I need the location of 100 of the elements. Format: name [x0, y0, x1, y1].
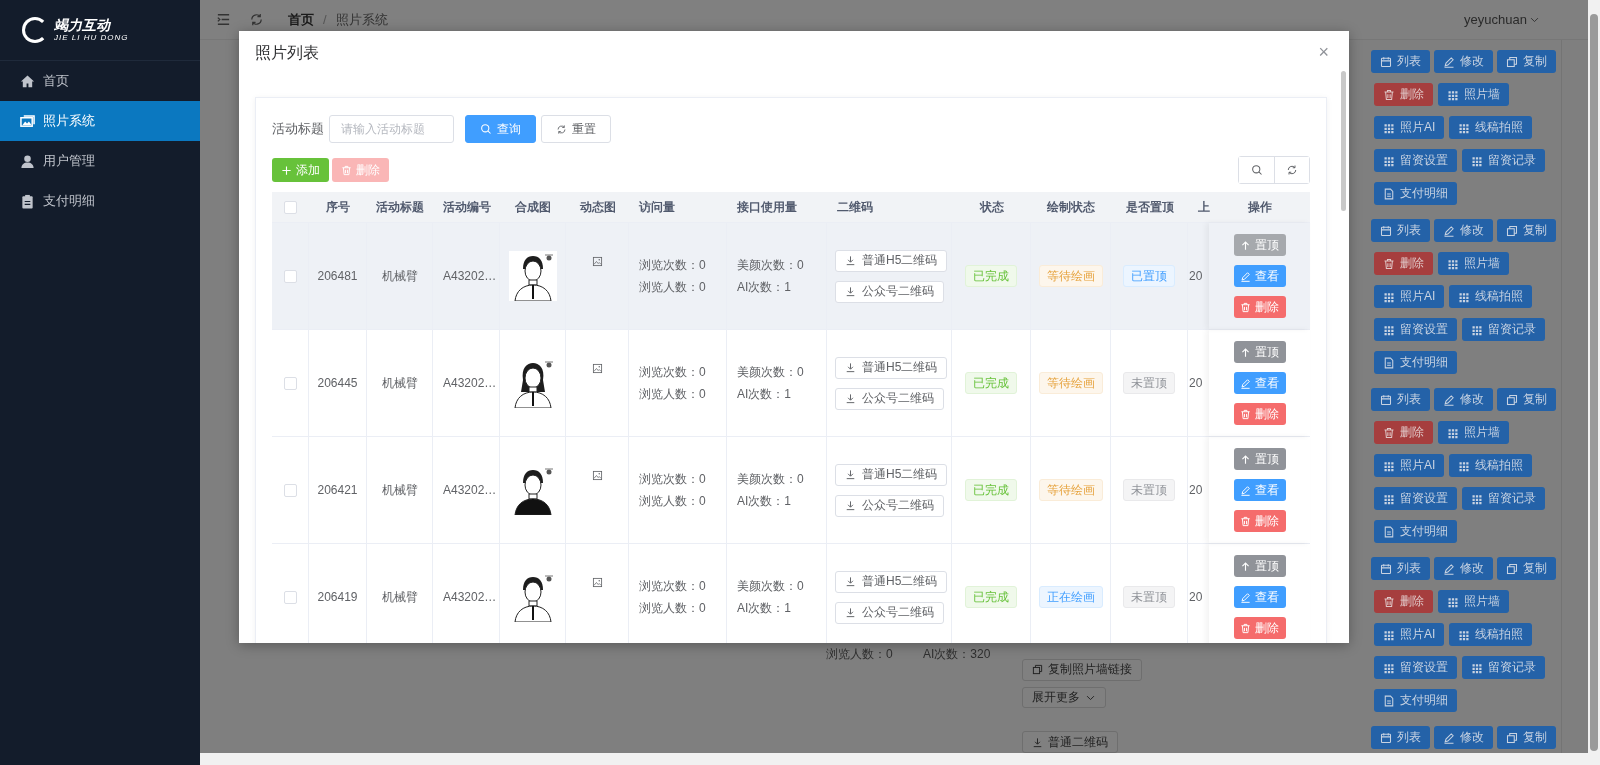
qr-download-button[interactable]: 普通H5二维码 — [835, 356, 948, 379]
close-button[interactable]: × — [1318, 43, 1329, 61]
grid-icon — [1383, 121, 1395, 134]
action-button[interactable]: 列表 — [1371, 557, 1430, 580]
action-button[interactable]: 留资记录 — [1462, 487, 1545, 510]
search-button[interactable]: 查询 — [465, 115, 536, 143]
action-button[interactable]: 线稿拍照 — [1449, 285, 1533, 308]
table-row[interactable]: 206421 机械臂 A43202… 浏览次数：0 浏览人数：0 美颜次数：0 AI次数：1 普通H5二维码 公众号二维码 已完成 等待绘画 未置顶 20 置顶 查看 删除 — [272, 437, 1310, 544]
qr-download-button[interactable]: 公众号二维码 — [835, 601, 944, 624]
table-row[interactable]: 206419 机械臂 A43202… 浏览次数：0 浏览人数：0 美颜次数：0 AI次数：1 普通H5二维码 公众号二维码 已完成 正在绘画 未置顶 20 置顶 查看 删除 — [272, 544, 1310, 643]
view-button[interactable]: 查看 — [1233, 265, 1286, 287]
user-menu[interactable]: yeyuchuan — [1464, 12, 1558, 27]
action-button[interactable]: 留资记录 — [1462, 318, 1545, 341]
action-button[interactable]: 修改 — [1434, 219, 1493, 242]
action-button[interactable]: 照片AI — [1374, 285, 1445, 308]
action-button[interactable]: 修改 — [1434, 50, 1493, 73]
trash-icon — [1383, 257, 1395, 270]
delete-button[interactable]: 删除 — [1374, 421, 1433, 444]
action-button[interactable]: 支付明细 — [1374, 182, 1457, 205]
calendar-icon — [1380, 393, 1392, 406]
delete-button[interactable]: 删除 — [1374, 252, 1433, 275]
action-button[interactable]: 照片AI — [1374, 116, 1445, 139]
action-button[interactable]: 照片墙 — [1438, 83, 1509, 106]
sidebar-item[interactable]: 支付明细 — [0, 181, 200, 221]
action-button[interactable]: 照片AI — [1374, 454, 1445, 477]
action-button[interactable]: 列表 — [1371, 219, 1430, 242]
action-button[interactable]: 线稿拍照 — [1449, 454, 1533, 477]
sidebar-item[interactable]: 用户管理 — [0, 141, 200, 181]
sidebar-item[interactable]: 照片系统 — [0, 101, 200, 141]
view-button[interactable]: 查看 — [1233, 479, 1286, 501]
pencil-icon — [1240, 484, 1251, 496]
horizontal-scrollbar[interactable] — [200, 753, 1588, 765]
pin-button[interactable]: 置顶 — [1233, 448, 1286, 470]
action-button[interactable]: 支付明细 — [1374, 351, 1457, 374]
grid-icon — [1458, 121, 1471, 134]
delete-button[interactable]: 删除 — [1374, 590, 1433, 613]
delete-button[interactable]: 删除 — [1233, 403, 1286, 425]
action-button[interactable]: 照片墙 — [1438, 421, 1509, 444]
qr-download-button[interactable]: 普通H5二维码 — [835, 570, 948, 593]
column-header: 是否置顶 — [1125, 198, 1174, 216]
action-button[interactable]: 线稿拍照 — [1449, 623, 1533, 646]
sidebar-item[interactable]: 首页 — [0, 61, 200, 101]
add-button[interactable]: 添加 — [272, 158, 329, 182]
action-button[interactable]: 复制 — [1497, 388, 1556, 411]
action-button[interactable]: 修改 — [1434, 388, 1493, 411]
qr-download-button[interactable]: 公众号二维码 — [835, 280, 944, 303]
grid-icon — [1458, 290, 1471, 303]
qr-download-button[interactable]: 普通H5二维码 — [835, 463, 948, 486]
pin-button[interactable]: 置顶 — [1233, 555, 1286, 577]
table-row[interactable]: 206445 机械臂 A43202… 浏览次数：0 浏览人数：0 美颜次数：0 AI次数：1 普通H5二维码 公众号二维码 已完成 等待绘画 未置顶 20 置顶 查看 删除 — [272, 330, 1310, 437]
qr-download-button[interactable]: 公众号二维码 — [835, 387, 944, 410]
delete-button[interactable]: 删除 — [1233, 296, 1286, 318]
checkbox[interactable] — [283, 483, 297, 497]
action-button[interactable]: 复制 — [1497, 726, 1556, 749]
action-button[interactable]: 线稿拍照 — [1449, 116, 1533, 139]
action-button[interactable]: 列表 — [1371, 726, 1430, 749]
action-button[interactable]: 支付明细 — [1374, 520, 1457, 543]
checkbox[interactable] — [283, 269, 297, 283]
qr-download-button[interactable]: 普通二维码 — [1022, 731, 1118, 753]
qr-download-button[interactable]: 公众号二维码 — [835, 494, 944, 517]
copy-link-button[interactable]: 复制照片墙链接 — [1022, 659, 1142, 681]
action-button[interactable]: 留资设置 — [1374, 318, 1457, 341]
copy-icon — [1032, 664, 1043, 676]
qr-download-button[interactable]: 普通H5二维码 — [835, 249, 948, 272]
action-button[interactable]: 列表 — [1371, 388, 1430, 411]
action-button[interactable]: 列表 — [1371, 50, 1430, 73]
action-button[interactable]: 修改 — [1434, 557, 1493, 580]
table-cell: A43202… — [443, 376, 497, 390]
checkbox[interactable] — [283, 376, 297, 390]
image-icon — [591, 577, 603, 588]
action-button[interactable]: 留资设置 — [1374, 656, 1457, 679]
breadcrumb-link[interactable]: 首页 — [288, 10, 314, 29]
action-button[interactable]: 照片墙 — [1438, 590, 1509, 613]
scrollbar-thumb[interactable] — [1341, 71, 1346, 211]
action-button[interactable]: 留资设置 — [1374, 149, 1457, 172]
pin-button[interactable]: 置顶 — [1233, 341, 1286, 363]
activity-title-input[interactable]: 请输入活动标题 — [329, 115, 454, 143]
reset-button[interactable]: 重置 — [541, 115, 611, 143]
view-button[interactable]: 查看 — [1233, 372, 1286, 394]
action-button[interactable]: 照片AI — [1374, 623, 1445, 646]
action-button[interactable]: 留资记录 — [1462, 149, 1545, 172]
logo-subtitle: JIE LI HU DONG — [54, 33, 129, 42]
action-button[interactable]: 复制 — [1497, 557, 1556, 580]
delete-button[interactable]: 删除 — [1233, 510, 1286, 532]
table-cell: 浏览次数：0 — [639, 470, 706, 488]
expand-more-button[interactable]: 展开更多 — [1022, 686, 1106, 709]
action-button[interactable]: 复制 — [1497, 50, 1556, 73]
action-button[interactable]: 复制 — [1497, 219, 1556, 242]
delete-button[interactable]: 删除 — [1233, 617, 1286, 639]
delete-button[interactable]: 删除 — [1374, 83, 1433, 106]
action-button[interactable]: 留资记录 — [1462, 656, 1545, 679]
action-button[interactable]: 照片墙 — [1438, 252, 1509, 275]
vertical-scrollbar[interactable] — [1588, 0, 1600, 765]
checkbox[interactable] — [284, 200, 297, 214]
checkbox[interactable] — [283, 590, 297, 604]
action-button[interactable]: 支付明细 — [1374, 689, 1457, 712]
action-button[interactable]: 修改 — [1434, 726, 1493, 749]
refresh-button[interactable] — [1274, 157, 1309, 183]
view-button[interactable]: 查看 — [1233, 586, 1286, 608]
action-button[interactable]: 留资设置 — [1374, 487, 1457, 510]
